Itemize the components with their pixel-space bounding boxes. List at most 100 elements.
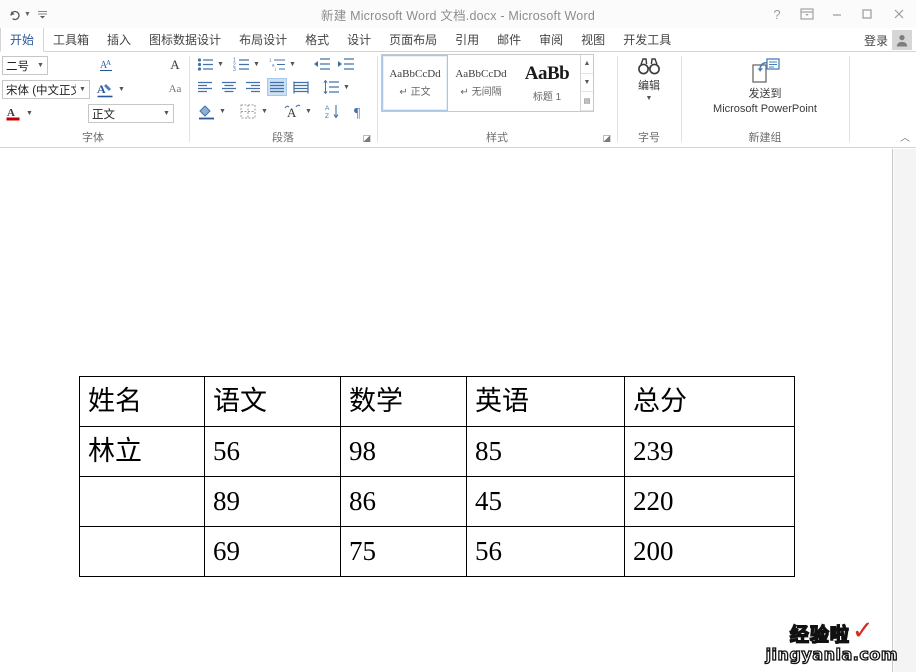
grades-table[interactable]: 姓名 语文 数学 英语 总分 林立 56 98 85 239 89 86 45 … (79, 376, 795, 577)
shading-dropdown-caret[interactable]: ▼ (219, 108, 226, 115)
table-cell[interactable]: 林立 (79, 426, 205, 477)
borders-icon[interactable] (237, 101, 259, 121)
maximize-icon[interactable] (852, 0, 882, 28)
table-cell[interactable]: 86 (340, 476, 467, 527)
numbering-dropdown-caret[interactable]: ▼ (253, 61, 260, 68)
scroll-up-icon[interactable]: ▲ (581, 55, 593, 74)
tab-youjian[interactable]: 邮件 (488, 28, 530, 51)
table-cell[interactable] (79, 476, 205, 527)
tab-shitu[interactable]: 视图 (572, 28, 614, 51)
font-size-combo[interactable]: 二号 ▼ (2, 56, 48, 75)
table-cell[interactable] (79, 526, 205, 577)
table-cell[interactable]: 85 (466, 426, 625, 477)
group-separator (617, 56, 618, 142)
styles-gallery-scroll: ▲ ▼ ▤ (580, 55, 593, 112)
table-cell[interactable]: 200 (624, 526, 795, 577)
chevron-down-icon[interactable]: ▼ (76, 86, 89, 93)
style-item-zhengwen[interactable]: AaBbCcDd ↵ 正文 (382, 55, 448, 111)
svg-text:3: 3 (233, 67, 236, 71)
table-row[interactable]: 69 75 56 200 (79, 526, 795, 577)
table-row[interactable]: 林立 56 98 85 239 (79, 426, 795, 477)
tab-charu[interactable]: 插入 (98, 28, 140, 51)
table-cell[interactable]: 45 (466, 476, 625, 527)
justify-icon[interactable] (267, 78, 287, 96)
style-item-wujiange[interactable]: AaBbCcDd ↵ 无间隔 (448, 55, 514, 111)
styles-dialog-launcher[interactable]: ◪ (602, 133, 611, 144)
table-cell[interactable]: 56 (466, 526, 625, 577)
chevron-down-icon[interactable]: ▼ (160, 110, 173, 117)
tab-yinyong[interactable]: 引用 (446, 28, 488, 51)
scroll-down-icon[interactable]: ▼ (581, 74, 593, 93)
ribbon-display-options-icon[interactable] (792, 0, 822, 28)
table-cell[interactable]: 89 (204, 476, 341, 527)
align-center-icon[interactable] (219, 78, 239, 96)
minimize-icon[interactable] (822, 0, 852, 28)
more-styles-icon[interactable]: ▤ (581, 92, 593, 112)
align-left-icon[interactable] (195, 78, 215, 96)
table-cell[interactable]: 98 (340, 426, 467, 477)
tab-kaifagongju[interactable]: 开发工具 (614, 28, 680, 51)
collapse-ribbon-icon[interactable]: ︿ (900, 129, 910, 144)
send-to-powerpoint-button[interactable]: 发送到 Microsoft PowerPoint (685, 56, 845, 116)
text-effects-icon[interactable]: A (281, 101, 303, 121)
show-marks-icon[interactable]: ¶ (349, 101, 369, 121)
table-cell[interactable]: 69 (204, 526, 341, 577)
multilevel-list-icon[interactable]: 1ai (267, 55, 287, 73)
tab-kaishi[interactable]: 开始 (0, 28, 45, 52)
table-cell[interactable]: 75 (340, 526, 467, 577)
sign-in-link[interactable]: 登录 (864, 32, 888, 49)
text-highlight-color-icon[interactable]: A (94, 80, 116, 100)
line-spacing-icon[interactable] (321, 78, 341, 96)
borders-dropdown-caret[interactable]: ▼ (261, 108, 268, 115)
change-case-icon[interactable]: Aa (166, 80, 184, 98)
table-cell-header-math[interactable]: 数学 (340, 376, 467, 427)
avatar[interactable] (892, 30, 912, 50)
tab-geshi[interactable]: 格式 (296, 28, 338, 51)
ribbon-tab-strip: 开始 工具箱 插入 图标数据设计 布局设计 格式 设计 页面布局 引用 邮件 审… (0, 28, 916, 52)
styles-gallery: AaBbCcDd ↵ 正文 AaBbCcDd ↵ 无间隔 AaBb 标题 1 ▲… (381, 54, 594, 112)
table-cell-header-total[interactable]: 总分 (624, 376, 795, 427)
numbering-icon[interactable]: 123 (231, 55, 251, 73)
tab-tubiaoshujusheji[interactable]: 图标数据设计 (140, 28, 230, 51)
table-cell-header-english[interactable]: 英语 (466, 376, 625, 427)
font-name-combo[interactable]: 宋体 (中文正文) ▼ (2, 80, 90, 99)
multilevel-dropdown-caret[interactable]: ▼ (289, 61, 296, 68)
clear-formatting-icon[interactable]: AA (98, 56, 118, 74)
distribute-icon[interactable] (291, 78, 311, 96)
paragraph-dialog-launcher[interactable]: ◪ (362, 133, 371, 144)
style-item-biaoti1[interactable]: AaBb 标题 1 (514, 55, 580, 111)
editing-button[interactable]: 编辑 ▼ (627, 56, 671, 102)
tab-bujusheji[interactable]: 布局设计 (230, 28, 296, 51)
close-icon[interactable] (882, 0, 916, 28)
ribbon-group-new-group: 发送到 Microsoft PowerPoint 新建组 (685, 52, 845, 147)
font-color-icon[interactable]: A (2, 104, 24, 122)
bullets-dropdown-caret[interactable]: ▼ (217, 61, 224, 68)
style-name-combo[interactable]: 正文 ▼ (88, 104, 174, 123)
tab-yemianbuju[interactable]: 页面布局 (380, 28, 446, 51)
editing-dropdown-caret[interactable]: ▼ (646, 95, 653, 102)
table-row[interactable]: 89 86 45 220 (79, 476, 795, 527)
table-cell-header-name[interactable]: 姓名 (79, 376, 205, 427)
tab-gongjuxiang[interactable]: 工具箱 (44, 28, 98, 51)
table-cell[interactable]: 239 (624, 426, 795, 477)
text-highlight-dropdown-caret[interactable]: ▼ (118, 86, 125, 93)
table-row-header[interactable]: 姓名 语文 数学 英语 总分 (79, 376, 795, 427)
table-cell[interactable]: 56 (204, 426, 341, 477)
grow-font-icon[interactable]: A (166, 56, 184, 74)
align-right-icon[interactable] (243, 78, 263, 96)
font-color-dropdown-caret[interactable]: ▼ (26, 110, 33, 117)
line-spacing-dropdown-caret[interactable]: ▼ (343, 84, 350, 91)
tab-sheji[interactable]: 设计 (338, 28, 380, 51)
table-cell-header-chinese[interactable]: 语文 (204, 376, 341, 427)
font-size-value: 二号 (6, 60, 29, 73)
decrease-indent-icon[interactable] (311, 55, 331, 73)
shading-icon[interactable] (195, 101, 217, 121)
table-cell[interactable]: 220 (624, 476, 795, 527)
increase-indent-icon[interactable] (335, 55, 355, 73)
sort-icon[interactable]: AZ (323, 101, 343, 121)
bullets-icon[interactable] (195, 55, 215, 73)
tab-shenyue[interactable]: 审阅 (530, 28, 572, 51)
text-effects-dropdown-caret[interactable]: ▼ (305, 108, 312, 115)
chevron-down-icon[interactable]: ▼ (34, 62, 47, 69)
help-icon[interactable]: ? (762, 0, 792, 28)
